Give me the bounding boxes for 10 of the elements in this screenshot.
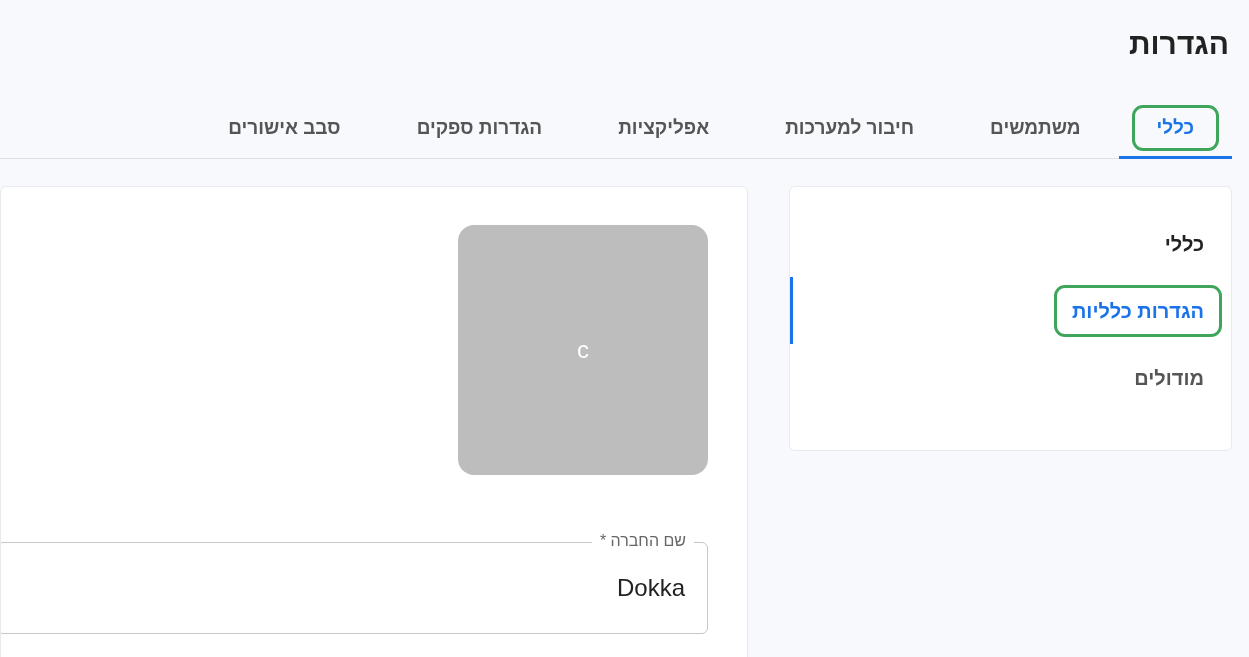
sidebar-item[interactable]: מודולים — [790, 344, 1231, 411]
tab[interactable]: אפליקציות — [580, 100, 748, 159]
tab[interactable]: חיבור למערכות — [747, 100, 953, 159]
sidebar-item[interactable]: הגדרות כלליות — [790, 277, 1231, 344]
page-title: הגדרות — [1129, 26, 1229, 62]
tab[interactable]: הגדרות ספקים — [378, 100, 581, 159]
sidebar-heading: כללי — [1164, 232, 1204, 257]
tab[interactable]: סבב אישורים — [190, 100, 379, 159]
tab[interactable]: משתמשים — [952, 100, 1119, 159]
tab[interactable]: כללי — [1118, 100, 1232, 159]
